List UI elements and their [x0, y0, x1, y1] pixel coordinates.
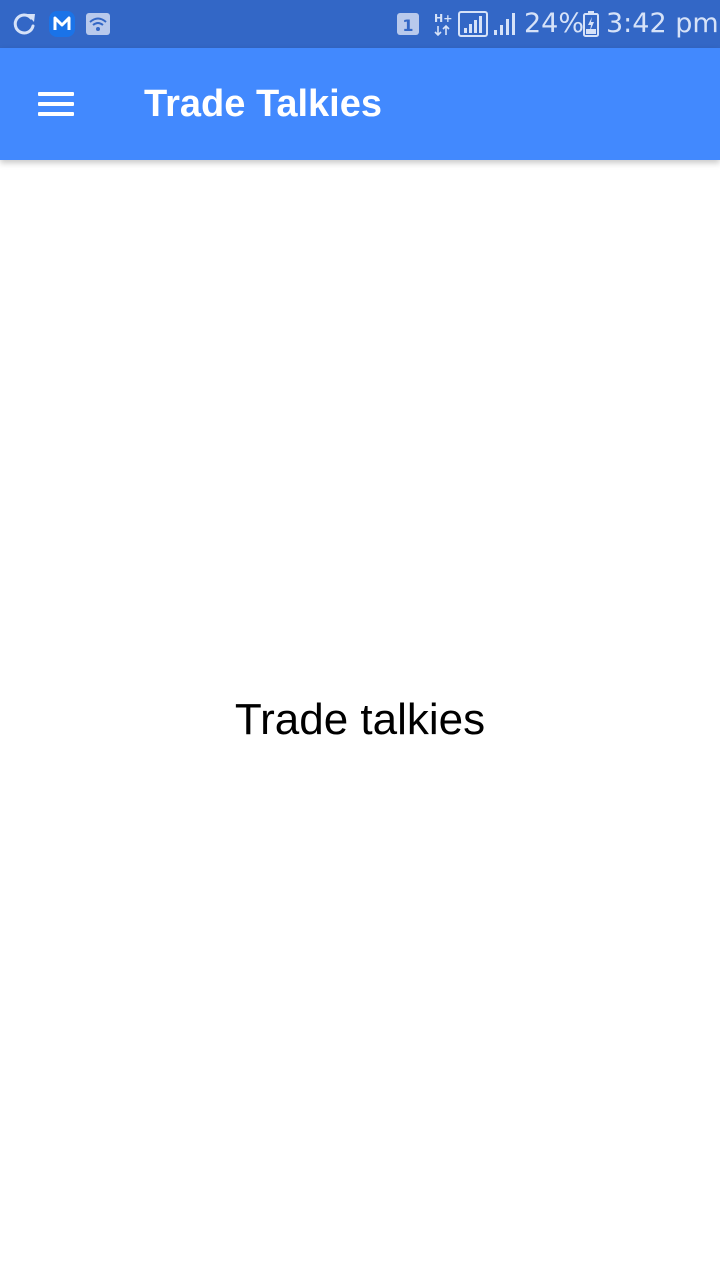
wifi-notification-icon [86, 13, 110, 35]
battery-percent: 24% [524, 8, 585, 39]
svg-text:H+: H+ [434, 12, 452, 25]
sim1-icon: 1 [397, 13, 419, 35]
status-time: 3:42 pm [606, 8, 719, 39]
messenger-app-icon [49, 11, 75, 37]
sync-icon [13, 13, 35, 35]
status-bar: 1 H+ 24% 3:42 pm [0, 0, 720, 48]
signal-sim2-icon [494, 13, 515, 35]
svg-text:1: 1 [402, 16, 413, 35]
screen: 1 H+ 24% 3:42 pm Trade Talkies Trade tal… [0, 0, 720, 1280]
center-label: Trade talkies [234, 695, 486, 744]
battery-charging-icon [583, 11, 599, 37]
main-content: Trade talkies [0, 160, 720, 1280]
hplus-data-icon: H+ [434, 12, 452, 37]
signal-sim1-icon [458, 11, 488, 37]
app-title: Trade Talkies [144, 83, 382, 125]
app-bar: Trade Talkies [0, 48, 720, 160]
hamburger-menu-button[interactable] [22, 72, 90, 136]
